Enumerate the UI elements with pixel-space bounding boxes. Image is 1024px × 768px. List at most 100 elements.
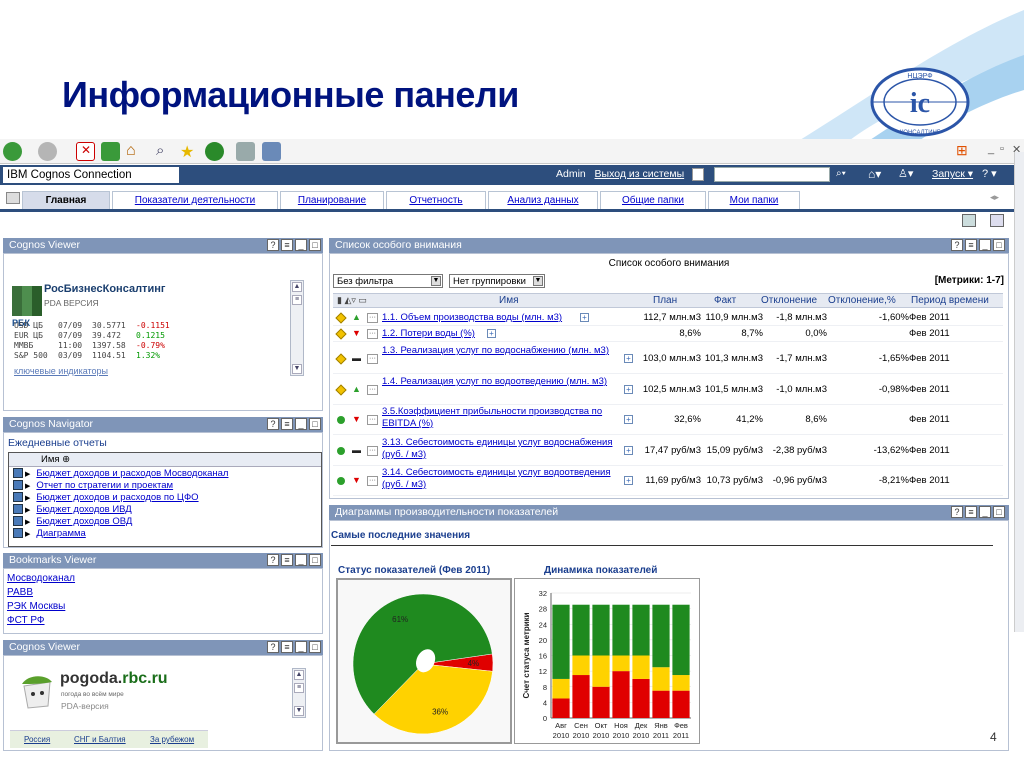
tab-scroll-icon[interactable]: ◂▸ [990,192,1010,206]
row-menu-icon[interactable]: ··· [367,446,378,456]
help-icon[interactable]: ? [951,506,963,518]
help-icon[interactable]: ? [267,239,279,251]
edit-icon[interactable]: ≡ [281,641,293,653]
grouping-select[interactable]: Нет группировки ▼ [449,274,545,288]
expand-details-icon[interactable]: + [624,415,633,424]
maximize-icon[interactable]: □ [309,418,321,430]
edit-icon[interactable]: ≡ [281,239,293,251]
metric-name-link[interactable]: 3.13. Себестоимость единицы услуг водосн… [382,437,622,461]
minimize-icon[interactable]: _ [979,239,991,251]
edit-icon[interactable]: ≡ [965,239,977,251]
minimize-icon[interactable]: _ [988,143,994,155]
navigator-item[interactable]: ▶ Бюджет доходов ИВД [13,504,321,516]
scroll-thumb[interactable]: ≡ [294,683,304,693]
navigator-item[interactable]: ▶ Бюджет доходов ОВД [13,516,321,528]
col-name[interactable]: Имя [499,295,518,306]
scroll-up-icon[interactable]: ▲ [294,670,304,680]
navigator-item-link[interactable]: Бюджет доходов и расходов Мосводоканал [36,468,228,479]
bookmark-link[interactable]: РАВВ [7,587,319,601]
pogoda-link-abroad[interactable]: За рубежом [150,735,194,744]
page-scrollbar[interactable] [1014,152,1024,632]
scrollbar[interactable]: ▲ ≡ ▼ [292,668,306,718]
filter-select[interactable]: Без фильтра ▼ [333,274,443,288]
navigator-item-link[interactable]: Бюджет доходов ИВД [36,504,131,515]
minimize-icon[interactable]: _ [295,641,307,653]
navigator-item-link[interactable]: Бюджет доходов и расходов по ЦФО [36,492,198,503]
col-fact[interactable]: Факт [714,295,736,306]
logout-link[interactable]: Выход из системы [595,168,685,180]
help-menu-icon[interactable]: ? ▾ [982,167,997,180]
tab-home[interactable]: Главная [22,191,110,209]
help-icon[interactable]: ? [267,554,279,566]
tab-performance[interactable]: Показатели деятельности [112,191,278,209]
maximize-icon[interactable]: □ [993,506,1005,518]
home-icon[interactable]: ⌂ [126,142,145,161]
expand-arrow-icon[interactable]: ▶ [25,483,30,490]
scroll-down-icon[interactable]: ▼ [292,364,302,374]
bookmark-link[interactable]: Мосводоканал [7,573,319,587]
row-menu-icon[interactable]: ··· [367,385,378,395]
col-period[interactable]: Период времени [911,295,989,306]
expand-details-icon[interactable]: + [624,446,633,455]
minimize-icon[interactable]: _ [295,418,307,430]
expand-arrow-icon[interactable]: ▶ [25,471,30,478]
history-icon[interactable] [205,142,224,161]
bookmark-link[interactable]: ФСТ РФ [7,615,319,629]
edit-icon[interactable]: ≡ [281,554,293,566]
navigator-item[interactable]: ▶ Диаграмма [13,528,321,540]
expand-arrow-icon[interactable]: ▶ [25,495,30,502]
navigator-column-header[interactable]: Имя ⊕ [9,453,321,467]
status-column-icons[interactable]: ▮ ◭▿ ▭ [337,295,367,306]
bookmark-link[interactable]: РЭК Москвы [7,601,319,615]
minimize-icon[interactable]: _ [295,239,307,251]
maximize-icon[interactable]: □ [309,239,321,251]
print-icon[interactable] [262,142,281,161]
metric-name-link[interactable]: 1.3. Реализация услуг по водоснабжению (… [382,345,622,357]
navigator-item[interactable]: ▶ Отчет по стратегии и проектам [13,480,321,492]
expand-details-icon[interactable]: + [487,329,496,338]
col-deviation[interactable]: Отклонение [761,295,817,306]
col-plan[interactable]: План [653,295,677,306]
metric-name-link[interactable]: 1.4. Реализация услуг по водоотведению (… [382,376,622,388]
help-icon[interactable]: ? [267,418,279,430]
row-menu-icon[interactable]: ··· [367,476,378,486]
edit-icon[interactable]: ≡ [281,418,293,430]
home-menu-icon[interactable]: ⌂▾ [868,167,881,181]
navigator-item[interactable]: ▶ Бюджет доходов и расходов Мосводоканал [13,468,321,480]
back-icon[interactable] [3,142,22,161]
scroll-thumb[interactable]: ≡ [292,295,302,305]
pogoda-link-cis[interactable]: СНГ и Балтия [74,735,126,744]
edit-icon[interactable]: ≡ [965,506,977,518]
maximize-icon[interactable]: □ [309,554,321,566]
search-options-icon[interactable]: ⌕▾ [836,168,856,181]
tab-analysis[interactable]: Анализ данных [488,191,598,209]
row-menu-icon[interactable]: ··· [367,415,378,425]
search-icon[interactable]: ⌕ [156,142,175,161]
expand-details-icon[interactable]: + [624,354,633,363]
navigator-item-link[interactable]: Бюджет доходов ОВД [36,516,132,527]
refresh-icon[interactable] [101,142,120,161]
expand-details-icon[interactable]: + [624,476,633,485]
tab-planning[interactable]: Планирование [280,191,384,209]
tab-my-folders[interactable]: Мои папки [708,191,800,209]
row-menu-icon[interactable]: ··· [367,329,378,339]
tab-menu-icon[interactable] [6,192,20,204]
navigator-item-link[interactable]: Диаграмма [36,528,85,539]
scroll-up-icon[interactable]: ▲ [292,282,302,292]
forward-icon[interactable] [38,142,57,161]
minimize-icon[interactable]: _ [295,554,307,566]
row-menu-icon[interactable]: ··· [367,354,378,364]
maximize-icon[interactable]: □ [993,239,1005,251]
favorites-icon[interactable]: ★ [180,142,199,161]
metric-name-link[interactable]: 3.14. Себестоимость единицы услуг водоот… [382,467,622,491]
maximize-icon[interactable]: □ [309,641,321,653]
metric-name-link[interactable]: 1.2. Потери воды (%) [382,328,622,340]
help-icon[interactable]: ? [267,641,279,653]
tab-public-folders[interactable]: Общие папки [600,191,706,209]
user-menu-icon[interactable]: ♙▾ [898,167,913,180]
search-input[interactable] [714,167,830,182]
help-icon[interactable]: ? [951,239,963,251]
scrollbar[interactable]: ▲ ≡ ▼ [290,280,304,376]
launch-menu[interactable]: Запуск ▾ [932,168,973,180]
key-indicators-link[interactable]: ключевые индикаторы [14,366,108,376]
